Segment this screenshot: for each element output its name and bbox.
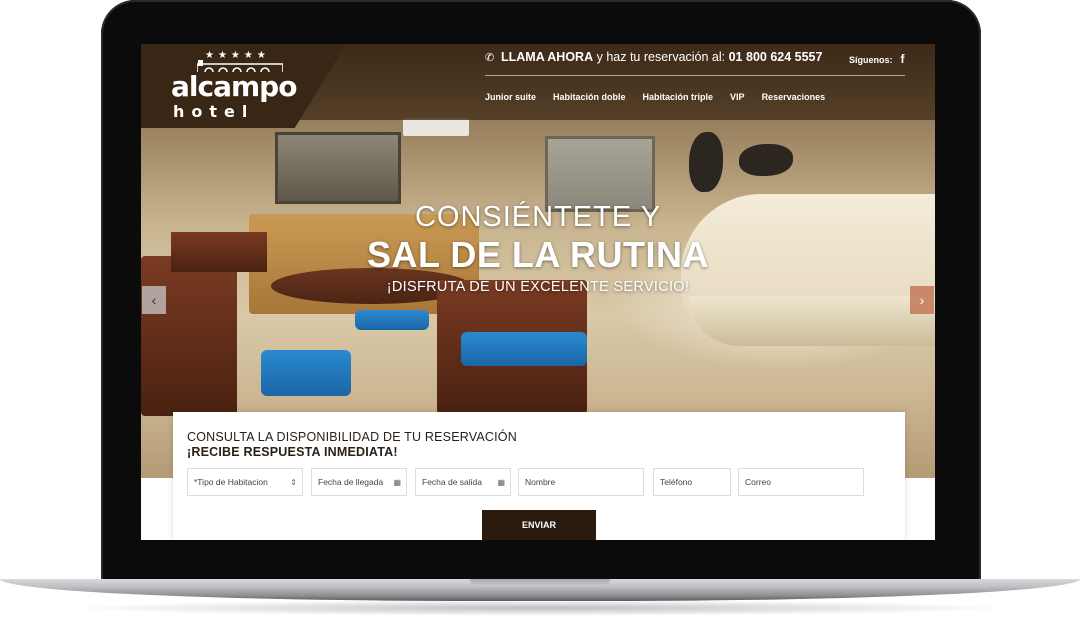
call-now-label: LLAMA AHORA bbox=[501, 50, 594, 64]
nav-item-junior-suite[interactable]: Junior suite bbox=[485, 92, 536, 106]
header-divider bbox=[485, 75, 905, 76]
hero-sculpture bbox=[739, 144, 793, 176]
facebook-icon[interactable]: f bbox=[901, 52, 905, 66]
hero-air-conditioner bbox=[403, 118, 469, 136]
room-type-value: *Tipo de Habitacion bbox=[194, 477, 268, 487]
email-field[interactable]: Correo bbox=[738, 468, 864, 496]
nav-item-habitacion-triple[interactable]: Habitación triple bbox=[643, 92, 714, 106]
name-placeholder: Nombre bbox=[525, 477, 556, 487]
call-text: y haz tu reservación al: bbox=[593, 50, 729, 64]
departure-date-placeholder: Fecha de salida bbox=[422, 477, 483, 487]
arrival-date-field[interactable]: Fecha de llegada ▦ bbox=[311, 468, 407, 496]
hero-sofa-base bbox=[689, 296, 935, 346]
reservation-form: CONSULTA LA DISPONIBILIDAD DE TU RESERVA… bbox=[173, 412, 905, 540]
name-field[interactable]: Nombre bbox=[518, 468, 644, 496]
departure-date-field[interactable]: Fecha de salida ▦ bbox=[415, 468, 511, 496]
call-to-action: ✆ LLAMA AHORA y haz tu reservación al: 01… bbox=[485, 50, 822, 68]
logo-subtitle: hotel bbox=[173, 102, 255, 121]
nav-item-reservaciones[interactable]: Reservaciones bbox=[762, 92, 826, 106]
hotel-logo[interactable]: ★★★★★ alcampo hotel bbox=[171, 50, 297, 124]
nav-item-habitacion-doble[interactable]: Habitación doble bbox=[553, 92, 626, 106]
select-arrows-icon: ⇕ bbox=[290, 477, 297, 487]
room-type-select[interactable]: *Tipo de Habitacion ⇕ bbox=[187, 468, 303, 496]
nav-item-vip[interactable]: VIP bbox=[730, 92, 745, 106]
chevron-right-icon: › bbox=[919, 292, 925, 308]
calendar-icon: ▦ bbox=[393, 477, 401, 487]
logo-name: alcampo bbox=[171, 70, 297, 103]
laptop-shadow bbox=[60, 600, 1020, 616]
slider-next-button[interactable]: › bbox=[910, 286, 934, 314]
phone-number-link[interactable]: 01 800 624 5557 bbox=[729, 50, 823, 64]
hero-heading-line1: CONSIÉNTETE Y bbox=[414, 201, 662, 233]
slider-prev-button[interactable]: ‹ bbox=[142, 286, 166, 314]
website-screen: ★★★★★ alcampo hotel ✆ LLAMA AHORA y haz t… bbox=[141, 44, 935, 540]
submit-button[interactable]: ENVIAR bbox=[482, 510, 596, 540]
hero-cushion bbox=[261, 350, 351, 396]
main-nav: Junior suite Habitación doble Habitación… bbox=[485, 92, 842, 106]
form-title-line1: CONSULTA LA DISPONIBILIDAD DE TU RESERVA… bbox=[187, 430, 517, 444]
social-label: Síguenos: bbox=[849, 55, 893, 65]
laptop-notch bbox=[470, 579, 610, 586]
phone-field[interactable]: Teléfono bbox=[653, 468, 731, 496]
hero-caption: CONSIÉNTETE Y SAL DE LA RUTINA ¡DISFRUTA… bbox=[141, 200, 935, 298]
chevron-left-icon: ‹ bbox=[151, 292, 157, 308]
email-placeholder: Correo bbox=[745, 477, 771, 487]
hero-sculpture bbox=[689, 132, 723, 192]
hero-mirror bbox=[275, 132, 401, 204]
hero-tagline: ¡DISFRUTA DE UN EXCELENTE SERVICIO! bbox=[386, 279, 690, 295]
phone-icon: ✆ bbox=[485, 52, 495, 64]
hero-cushion bbox=[355, 310, 429, 330]
logo-stars: ★★★★★ bbox=[205, 50, 270, 61]
hero-heading-line2: SAL DE LA RUTINA bbox=[366, 234, 709, 275]
phone-placeholder: Teléfono bbox=[660, 477, 693, 487]
hero-cushion bbox=[461, 332, 587, 366]
form-title: CONSULTA LA DISPONIBILIDAD DE TU RESERVA… bbox=[187, 430, 517, 460]
calendar-icon: ▦ bbox=[497, 477, 505, 487]
form-title-line2: ¡RECIBE RESPUESTA INMEDIATA! bbox=[187, 445, 398, 459]
social-links: Síguenos: f bbox=[849, 52, 905, 66]
arrival-date-placeholder: Fecha de llegada bbox=[318, 477, 384, 487]
